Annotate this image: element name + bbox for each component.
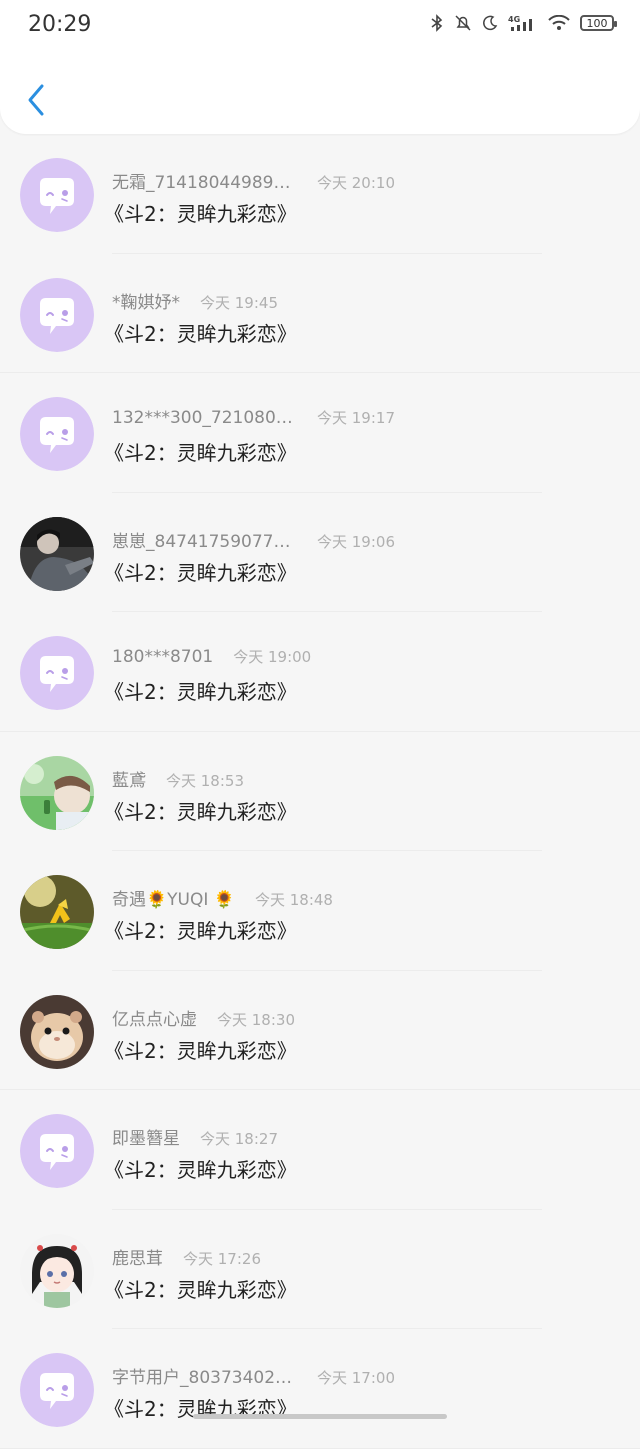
message-time: 今天 18:53 (166, 771, 244, 790)
message-text: 《斗2：灵眸九彩恋》 (104, 919, 297, 943)
message-time: 今天 18:48 (254, 891, 333, 909)
message-row[interactable]: 字节用户_803734024… 今天 17:00 《斗2：灵眸九彩恋》 (0, 1329, 640, 1449)
wifi-icon (548, 15, 570, 31)
message-header: 132***300_721080624 今天 19:17 (112, 407, 395, 428)
message-time: 今天 18:27 (200, 1130, 278, 1148)
message-header: 亿点点心虚 今天 18:30 (112, 1005, 295, 1030)
message-text: 《斗2：灵眸九彩恋》 (104, 321, 297, 346)
default-avatar-icon[interactable] (20, 1353, 94, 1427)
message-row[interactable]: 132***300_721080624 今天 19:17 《斗2：灵眸九彩恋》 (0, 373, 640, 493)
message-row[interactable]: 鹿思茸 今天 17:26 《斗2：灵眸九彩恋》 (0, 1210, 640, 1329)
moon-icon (482, 15, 498, 31)
message-header: 奇遇🌻YUQI 🌻 今天 18:48 (112, 885, 333, 910)
message-time: 今天 18:30 (217, 1010, 295, 1029)
divider (0, 1447, 640, 1449)
sender-name[interactable]: *鞠娸妤* (112, 288, 180, 313)
message-row[interactable]: 崽崽_847417590773… 今天 19:06 《斗2：灵眸九彩恋》 (0, 493, 640, 612)
message-time: 今天 20:10 (317, 174, 395, 192)
svg-text:4G: 4G (508, 15, 520, 24)
sender-name[interactable]: 无霜_714180449898… (112, 168, 297, 193)
message-header: 180***8701 今天 19:00 (112, 646, 311, 667)
battery-icon: 100 (580, 15, 617, 31)
message-text: 《斗2：灵眸九彩恋》 (104, 680, 297, 704)
avatar[interactable] (20, 516, 94, 591)
message-time: 今天 19:45 (200, 293, 278, 312)
sender-name[interactable]: 即墨簪星 (112, 1124, 180, 1149)
sender-name[interactable]: 藍鳶 (112, 766, 146, 791)
sender-name[interactable]: 字节用户_803734024… (112, 1363, 297, 1388)
default-avatar-icon[interactable] (20, 397, 94, 471)
message-text: 《斗2：灵眸九彩恋》 (104, 202, 297, 226)
message-text: 《斗2：灵眸九彩恋》 (104, 1277, 297, 1302)
sender-name[interactable]: 132***300_721080624 (112, 408, 297, 428)
avatar[interactable] (20, 994, 94, 1069)
message-row[interactable]: 奇遇🌻YUQI 🌻 今天 18:48 《斗2：灵眸九彩恋》 (0, 851, 640, 971)
avatar[interactable] (20, 1233, 94, 1308)
default-avatar-icon[interactable] (20, 1114, 94, 1188)
message-header: 藍鳶 今天 18:53 (112, 766, 244, 791)
back-button[interactable] (18, 80, 54, 120)
default-avatar-icon[interactable] (20, 636, 94, 710)
status-time: 20:29 (28, 12, 92, 37)
home-indicator[interactable] (193, 1414, 447, 1419)
default-avatar-icon[interactable] (20, 158, 94, 232)
chevron-left-icon (28, 84, 44, 116)
message-header: 鹿思茸 今天 17:26 (112, 1244, 261, 1269)
message-time: 今天 19:17 (317, 409, 395, 427)
message-row[interactable]: 藍鳶 今天 18:53 《斗2：灵眸九彩恋》 (0, 732, 640, 851)
sender-name[interactable]: 180***8701 (112, 647, 213, 667)
sender-name[interactable]: 鹿思茸 (112, 1244, 163, 1269)
message-row[interactable]: *鞠娸妤* 今天 19:45 《斗2：灵眸九彩恋》 (0, 254, 640, 373)
message-time: 今天 19:00 (233, 648, 312, 666)
avatar[interactable] (20, 875, 94, 949)
sender-name[interactable]: 崽崽_847417590773… (112, 527, 297, 552)
message-time: 今天 19:06 (317, 532, 395, 551)
message-time: 今天 17:26 (183, 1249, 261, 1268)
message-header: 崽崽_847417590773… 今天 19:06 (112, 527, 395, 552)
sender-name[interactable]: 奇遇🌻YUQI 🌻 (112, 885, 235, 910)
message-text: 《斗2：灵眸九彩恋》 (104, 799, 297, 824)
default-avatar-icon[interactable] (20, 277, 94, 352)
avatar[interactable] (20, 755, 94, 830)
message-list: 无霜_714180449898… 今天 20:10 《斗2：灵眸九彩恋》 *鞠娸妤* 今… (0, 134, 640, 1449)
message-text: 《斗2：灵眸九彩恋》 (104, 1038, 297, 1063)
message-text: 《斗2：灵眸九彩恋》 (104, 441, 297, 465)
message-header: 字节用户_803734024… 今天 17:00 (112, 1363, 395, 1388)
top-bar: 20:29 4G 100 (0, 0, 640, 134)
message-header: 无霜_714180449898… 今天 20:10 (112, 168, 395, 193)
message-text: 《斗2：灵眸九彩恋》 (104, 560, 297, 585)
message-header: 即墨簪星 今天 18:27 (112, 1124, 278, 1149)
sender-name[interactable]: 亿点点心虚 (112, 1005, 197, 1030)
message-row[interactable]: 180***8701 今天 19:00 《斗2：灵眸九彩恋》 (0, 612, 640, 732)
message-text: 《斗2：灵眸九彩恋》 (104, 1158, 297, 1182)
mute-bell-icon (454, 14, 472, 32)
message-header: *鞠娸妤* 今天 19:45 (112, 288, 278, 313)
message-row[interactable]: 无霜_714180449898… 今天 20:10 《斗2：灵眸九彩恋》 (0, 134, 640, 254)
status-icons: 4G 100 (430, 14, 617, 32)
bluetooth-icon (430, 14, 444, 32)
message-time: 今天 17:00 (317, 1369, 395, 1387)
signal-icon: 4G (508, 14, 538, 32)
message-row[interactable]: 即墨簪星 今天 18:27 《斗2：灵眸九彩恋》 (0, 1090, 640, 1210)
message-row[interactable]: 亿点点心虚 今天 18:30 《斗2：灵眸九彩恋》 (0, 971, 640, 1090)
